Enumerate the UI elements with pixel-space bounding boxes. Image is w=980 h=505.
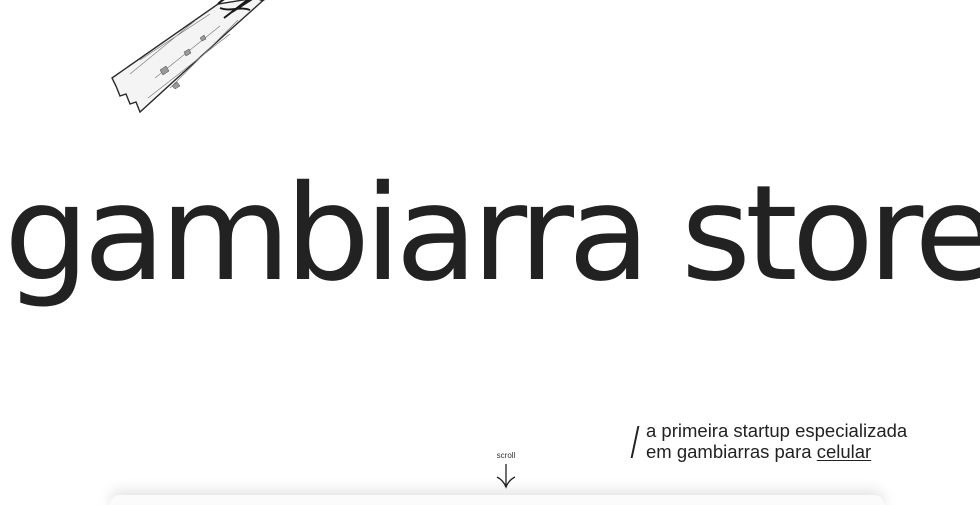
content-panel-edge bbox=[110, 495, 884, 505]
tagline-line-1: a primeira startup especializada bbox=[646, 420, 908, 441]
celular-link[interactable]: celular bbox=[817, 441, 872, 462]
arrow-down-icon bbox=[496, 464, 516, 489]
hero-title: gambiarra store bbox=[4, 157, 980, 311]
duct-tape-icon bbox=[100, 0, 280, 120]
scroll-label: scroll bbox=[496, 451, 516, 460]
tagline-text: a primeira startup especializada em gamb… bbox=[646, 420, 907, 462]
slash-divider bbox=[630, 426, 640, 458]
tagline-line-2-prefix: em gambiarras para bbox=[646, 441, 817, 462]
tagline: a primeira startup especializada em gamb… bbox=[628, 420, 958, 462]
scroll-indicator[interactable]: scroll bbox=[486, 451, 526, 489]
